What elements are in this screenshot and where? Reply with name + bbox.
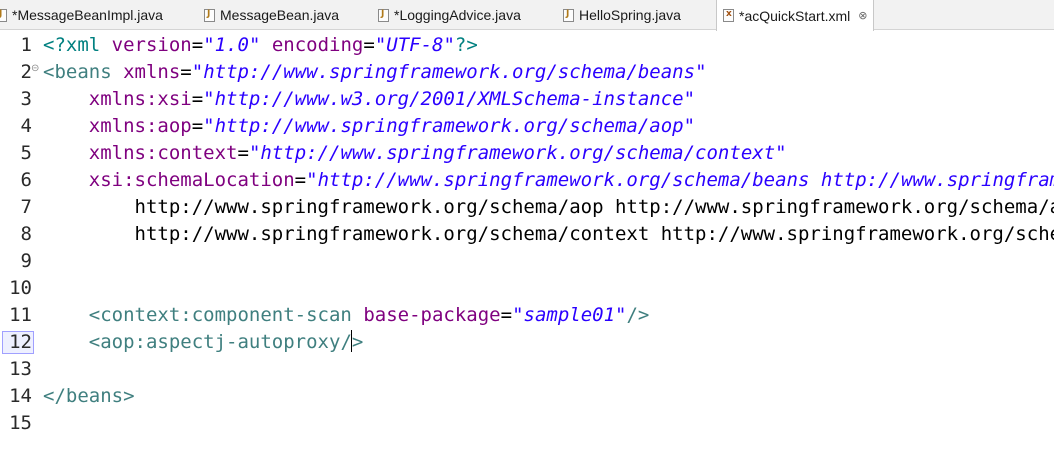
code-line[interactable]: 1 <?xml version="1.0" encoding="UTF-8"?> xyxy=(0,32,1054,59)
tab-loggingadvice[interactable]: *LoggingAdvice.java xyxy=(378,0,521,30)
code-text: </beans> xyxy=(43,385,135,407)
code-line[interactable]: 6 xsi:schemaLocation="http://www.springf… xyxy=(0,167,1054,194)
code-line[interactable]: 10 xyxy=(0,275,1054,302)
xml-editor[interactable]: 1 <?xml version="1.0" encoding="UTF-8"?> 2… xyxy=(0,31,1054,449)
code-text: xmlns:context="http://www.springframewor… xyxy=(88,142,787,164)
tab-label: *acQuickStart.xml xyxy=(739,7,851,24)
code-text: xmlns:xsi="http://www.w3.org/2001/XMLSch… xyxy=(88,88,696,110)
code-line[interactable]: 8 http://www.springframework.org/schema/… xyxy=(0,221,1054,248)
fold-toggle-icon[interactable]: ⊝ xyxy=(31,55,39,82)
tab-acquickstart[interactable]: *acQuickStart.xml ⊗ xyxy=(716,0,875,31)
line-number: 9 xyxy=(20,250,32,272)
code-line[interactable]: 9 xyxy=(0,248,1054,275)
code-text: <beans xmlns="http://www.springframework… xyxy=(43,61,707,83)
close-icon[interactable]: ⊗ xyxy=(858,9,867,22)
line-number: 12 xyxy=(9,331,32,353)
tab-messagebeanimpl[interactable]: *MessageBeanImpl.java xyxy=(0,0,163,30)
code-line[interactable]: 4 xmlns:aop="http://www.springframework.… xyxy=(0,113,1054,140)
line-number: 2 xyxy=(20,61,32,83)
java-file-icon xyxy=(204,8,215,22)
tab-messagebean[interactable]: MessageBean.java xyxy=(204,0,339,30)
line-number: 8 xyxy=(20,223,32,245)
line-number: 15 xyxy=(9,412,32,434)
code-line[interactable]: 13 xyxy=(0,356,1054,383)
line-number: 4 xyxy=(20,115,32,137)
code-line[interactable]: 7 http://www.springframework.org/schema/… xyxy=(0,194,1054,221)
code-line[interactable]: 15 xyxy=(0,410,1054,437)
xml-file-icon xyxy=(723,9,734,22)
code-line[interactable]: 12 <aop:aspectj-autoproxy/> xyxy=(0,329,1054,356)
code-line[interactable]: 3 xmlns:xsi="http://www.w3.org/2001/XMLS… xyxy=(0,86,1054,113)
tab-label: HelloSpring.java xyxy=(579,7,681,23)
tab-label: MessageBean.java xyxy=(220,7,340,23)
java-file-icon xyxy=(378,8,389,22)
code-text: xsi:schemaLocation="http://www.springfra… xyxy=(88,169,1054,191)
code-line[interactable]: 11 <context:component-scan base-package=… xyxy=(0,302,1054,329)
code-text: http://www.springframework.org/schema/co… xyxy=(134,223,1054,245)
tab-hellospring[interactable]: HelloSpring.java xyxy=(563,0,681,30)
line-number: 5 xyxy=(20,142,32,164)
line-number: 7 xyxy=(20,196,32,218)
line-number: 10 xyxy=(9,277,32,299)
java-file-icon xyxy=(0,8,7,22)
line-number: 14 xyxy=(9,385,32,407)
text-caret xyxy=(350,330,352,352)
code-text: <context:component-scan base-package="sa… xyxy=(88,304,650,326)
line-number: 6 xyxy=(20,169,32,191)
code-text: http://www.springframework.org/schema/ao… xyxy=(134,196,1054,218)
editor-tab-bar: *MessageBeanImpl.java MessageBean.java *… xyxy=(0,0,1054,31)
tab-label: *LoggingAdvice.java xyxy=(394,7,521,23)
code-line[interactable]: 5 xmlns:context="http://www.springframew… xyxy=(0,140,1054,167)
code-text: <aop:aspectj-autoproxy/> xyxy=(88,330,364,353)
code-line[interactable]: 14 </beans> xyxy=(0,383,1054,410)
line-number: 1 xyxy=(20,34,32,56)
code-text: xmlns:aop="http://www.springframework.or… xyxy=(88,115,696,137)
tab-label: *MessageBeanImpl.java xyxy=(12,7,163,23)
line-number: 11 xyxy=(9,304,32,326)
code-line[interactable]: 2 ⊝ <beans xmlns="http://www.springframewo… xyxy=(0,59,1054,86)
line-number: 13 xyxy=(9,358,32,380)
line-number: 3 xyxy=(20,88,32,110)
code-text: <?xml version="1.0" encoding="UTF-8"?> xyxy=(43,34,478,56)
java-file-icon xyxy=(563,8,574,22)
